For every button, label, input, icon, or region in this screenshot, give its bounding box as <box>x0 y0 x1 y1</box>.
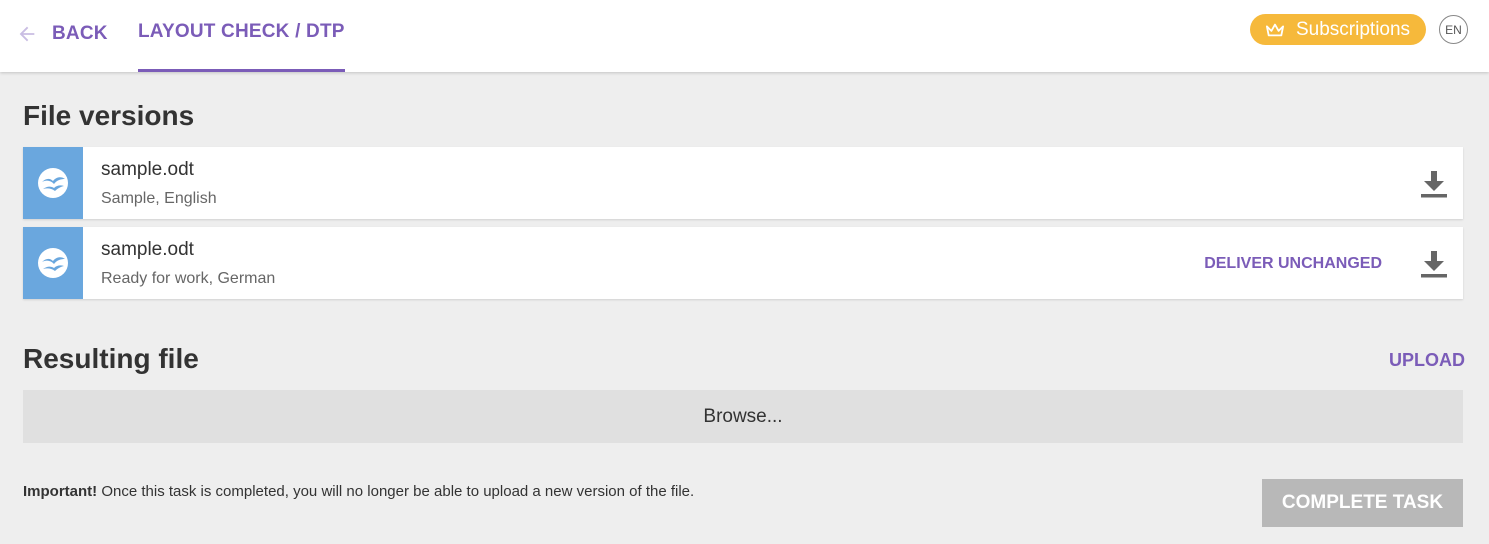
file-version-row: sample.odt Sample, English <box>23 147 1463 219</box>
resulting-file-title: Resulting file <box>23 343 199 374</box>
deliver-unchanged-button[interactable]: DELIVER UNCHANGED <box>1204 255 1382 273</box>
crown-icon <box>1266 23 1285 36</box>
file-meta: Ready for work, German <box>101 270 276 287</box>
file-versions-title: File versions <box>23 100 195 131</box>
download-icon[interactable] <box>1420 169 1448 199</box>
back-arrow-icon <box>19 26 35 42</box>
file-meta: Sample, English <box>101 190 217 207</box>
download-icon[interactable] <box>1420 249 1448 279</box>
tab-layout-check[interactable]: LAYOUT CHECK / DTP <box>138 0 345 72</box>
complete-task-button[interactable]: COMPLETE TASK <box>1262 479 1463 527</box>
notice-text: Once this task is completed, you will no… <box>97 483 695 500</box>
browse-file-input[interactable]: Browse... <box>23 390 1463 443</box>
openoffice-icon <box>23 147 83 219</box>
back-label: BACK <box>52 23 108 44</box>
important-notice: Important! Once this task is completed, … <box>23 483 694 500</box>
top-bar: BACK LAYOUT CHECK / DTP Subscriptions EN <box>0 0 1489 72</box>
openoffice-icon <box>23 227 83 299</box>
tab-label: LAYOUT CHECK / DTP <box>138 20 345 42</box>
subscriptions-button[interactable]: Subscriptions <box>1250 14 1426 45</box>
back-button[interactable]: BACK <box>16 20 108 48</box>
file-version-row: sample.odt Ready for work, German DELIVE… <box>23 227 1463 299</box>
file-name: sample.odt <box>101 239 194 260</box>
language-selector[interactable]: EN <box>1439 15 1468 44</box>
subscriptions-label: Subscriptions <box>1296 18 1411 40</box>
file-name: sample.odt <box>101 159 194 180</box>
upload-button[interactable]: UPLOAD <box>1389 350 1465 371</box>
important-label: Important! <box>23 483 98 500</box>
